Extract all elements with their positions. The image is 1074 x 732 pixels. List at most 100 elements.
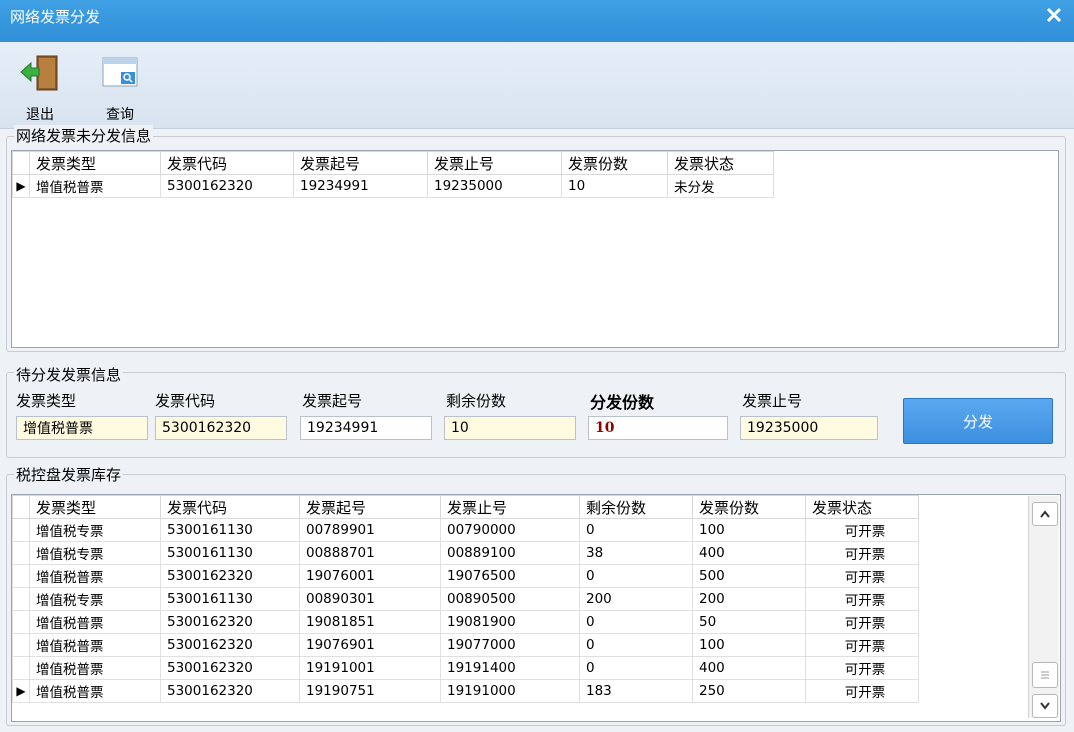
table-cell: 00890500 (440, 587, 580, 611)
remaining-field[interactable] (444, 416, 576, 440)
table-cell: 500 (692, 564, 806, 588)
table-cell: 增值税普票 (29, 610, 161, 634)
table-cell: 5300161130 (160, 587, 300, 611)
table-cell: 可开票 (805, 518, 919, 542)
exit-label: 退出 (26, 107, 54, 123)
column-header[interactable]: 发票类型 (29, 151, 161, 175)
end-field[interactable] (740, 416, 878, 440)
table-cell: 00889100 (440, 541, 580, 565)
table-cell: 增值税普票 (29, 633, 161, 657)
type-label: 发票类型 (16, 392, 77, 410)
table-row[interactable]: 增值税专票 5300161130 00888701 00889100 38 400 可开票 (12, 541, 919, 565)
table-cell: 00890301 (299, 587, 441, 611)
dist-count-label: 分发份数 (590, 393, 655, 412)
inventory-table: 发票类型 发票代码 发票起号 发票止号 剩余份数 发票份数 发票状态 增值税专票 530016… (12, 495, 919, 703)
scroll-thumb[interactable] (1032, 662, 1058, 688)
toolbar: 退出 查询 (0, 42, 1074, 129)
query-window-icon (102, 57, 138, 87)
table-cell: 5300162320 (160, 656, 300, 680)
table-cell: 可开票 (805, 679, 919, 703)
table-cell: 00790000 (440, 518, 580, 542)
column-header[interactable]: 发票代码 (160, 495, 300, 519)
undistributed-table: 发票类型 发票代码 发票起号 发票止号 发票份数 发票状态 ▶ 增值税普票 53… (12, 151, 774, 198)
table-row[interactable]: 增值税普票 5300162320 19076001 19076500 0 500 可开票 (12, 564, 919, 588)
column-header[interactable]: 发票起号 (299, 495, 441, 519)
table-cell: 5300162320 (160, 633, 300, 657)
column-header[interactable]: 发票份数 (561, 151, 668, 175)
table-cell: 200 (692, 587, 806, 611)
column-header[interactable]: 发票状态 (667, 151, 774, 175)
table-cell: 19077000 (440, 633, 580, 657)
table-cell: 0 (579, 518, 693, 542)
start-label: 发票起号 (302, 392, 363, 410)
column-header[interactable]: 发票止号 (440, 495, 580, 519)
code-field[interactable] (155, 416, 287, 440)
table-cell: 19076001 (299, 564, 441, 588)
table-cell: 250 (692, 679, 806, 703)
window-title: 网络发票分发 (10, 8, 101, 26)
type-field[interactable] (16, 416, 148, 440)
table-cell: 19081851 (299, 610, 441, 634)
scroll-up-button[interactable] (1032, 502, 1058, 526)
code-label: 发票代码 (155, 392, 216, 410)
column-header[interactable]: 剩余份数 (579, 495, 693, 519)
table-cell: 增值税专票 (29, 587, 161, 611)
column-header[interactable]: 发票代码 (160, 151, 294, 175)
close-button[interactable] (1034, 0, 1074, 30)
table-cell: 19190751 (299, 679, 441, 703)
table-cell: 400 (692, 656, 806, 680)
table-cell: 增值税普票 (29, 656, 161, 680)
undistributed-title: 网络发票未分发信息 (14, 125, 154, 146)
inventory-grid[interactable]: 发票类型 发票代码 发票起号 发票止号 剩余份数 发票份数 发票状态 增值税专票 530016… (11, 494, 1061, 722)
table-row[interactable]: ▶ 增值税普票 5300162320 19234991 19235000 10 … (12, 174, 774, 198)
table-cell: 5300162320 (160, 564, 300, 588)
column-header[interactable]: 发票状态 (805, 495, 919, 519)
table-cell: 38 (579, 541, 693, 565)
table-cell: 100 (692, 518, 806, 542)
row-pointer-icon: ▶ (12, 174, 30, 198)
row-pointer-icon: ▶ (12, 679, 30, 703)
query-label: 查询 (106, 107, 134, 123)
column-header[interactable]: 发票份数 (692, 495, 806, 519)
table-row[interactable]: ▶ 增值税普票 5300162320 19190751 19191000 183 250 可开… (12, 679, 919, 703)
table-cell: 0 (579, 564, 693, 588)
table-row[interactable]: 增值税普票 5300162320 19081851 19081900 0 50 可开票 (12, 610, 919, 634)
table-cell: 可开票 (805, 656, 919, 680)
table-cell: 200 (579, 587, 693, 611)
remaining-label: 剩余份数 (446, 392, 507, 410)
table-cell: 可开票 (805, 633, 919, 657)
table-cell: 00888701 (299, 541, 441, 565)
table-cell: 19191000 (440, 679, 580, 703)
table-cell: 19191400 (440, 656, 580, 680)
table-cell: 5300161130 (160, 518, 300, 542)
table-row[interactable]: 增值税普票 5300162320 19191001 19191400 0 400 可开票 (12, 656, 919, 680)
table-row[interactable]: 增值税普票 5300162320 19076901 19077000 0 100 可开票 (12, 633, 919, 657)
table-cell: 0 (579, 610, 693, 634)
column-header[interactable]: 发票止号 (427, 151, 562, 175)
table-cell: 50 (692, 610, 806, 634)
exit-button[interactable]: 退出 (12, 50, 68, 123)
pending-title: 待分发发票信息 (14, 364, 124, 385)
table-row[interactable]: 增值税专票 5300161130 00789901 00790000 0 100 可开票 (12, 518, 919, 542)
table-cell: 5300161130 (160, 541, 300, 565)
end-label: 发票止号 (742, 392, 803, 410)
start-field[interactable] (300, 416, 432, 440)
table-cell: 增值税专票 (29, 541, 161, 565)
table-cell: 5300162320 (160, 679, 300, 703)
table-cell: 可开票 (805, 564, 919, 588)
table-row[interactable]: 增值税专票 5300161130 00890301 00890500 200 200 可开票 (12, 587, 919, 611)
dist-count-field[interactable] (588, 416, 728, 440)
distribute-button[interactable]: 分发 (903, 398, 1053, 444)
column-header[interactable]: 发票类型 (29, 495, 161, 519)
table-cell: 5300162320 (160, 610, 300, 634)
scroll-down-button[interactable] (1032, 694, 1058, 718)
vertical-scrollbar[interactable] (1028, 496, 1059, 718)
table-cell: 5300162320 (160, 174, 294, 198)
undistributed-grid[interactable]: 发票类型 发票代码 发票起号 发票止号 发票份数 发票状态 ▶ 增值税普票 53… (11, 150, 1059, 348)
query-button[interactable]: 查询 (92, 50, 148, 123)
scroll-down-icon (1040, 702, 1050, 710)
table-cell: 未分发 (667, 174, 774, 198)
column-header[interactable]: 发票起号 (293, 151, 428, 175)
table-cell: 400 (692, 541, 806, 565)
table-cell: 19081900 (440, 610, 580, 634)
